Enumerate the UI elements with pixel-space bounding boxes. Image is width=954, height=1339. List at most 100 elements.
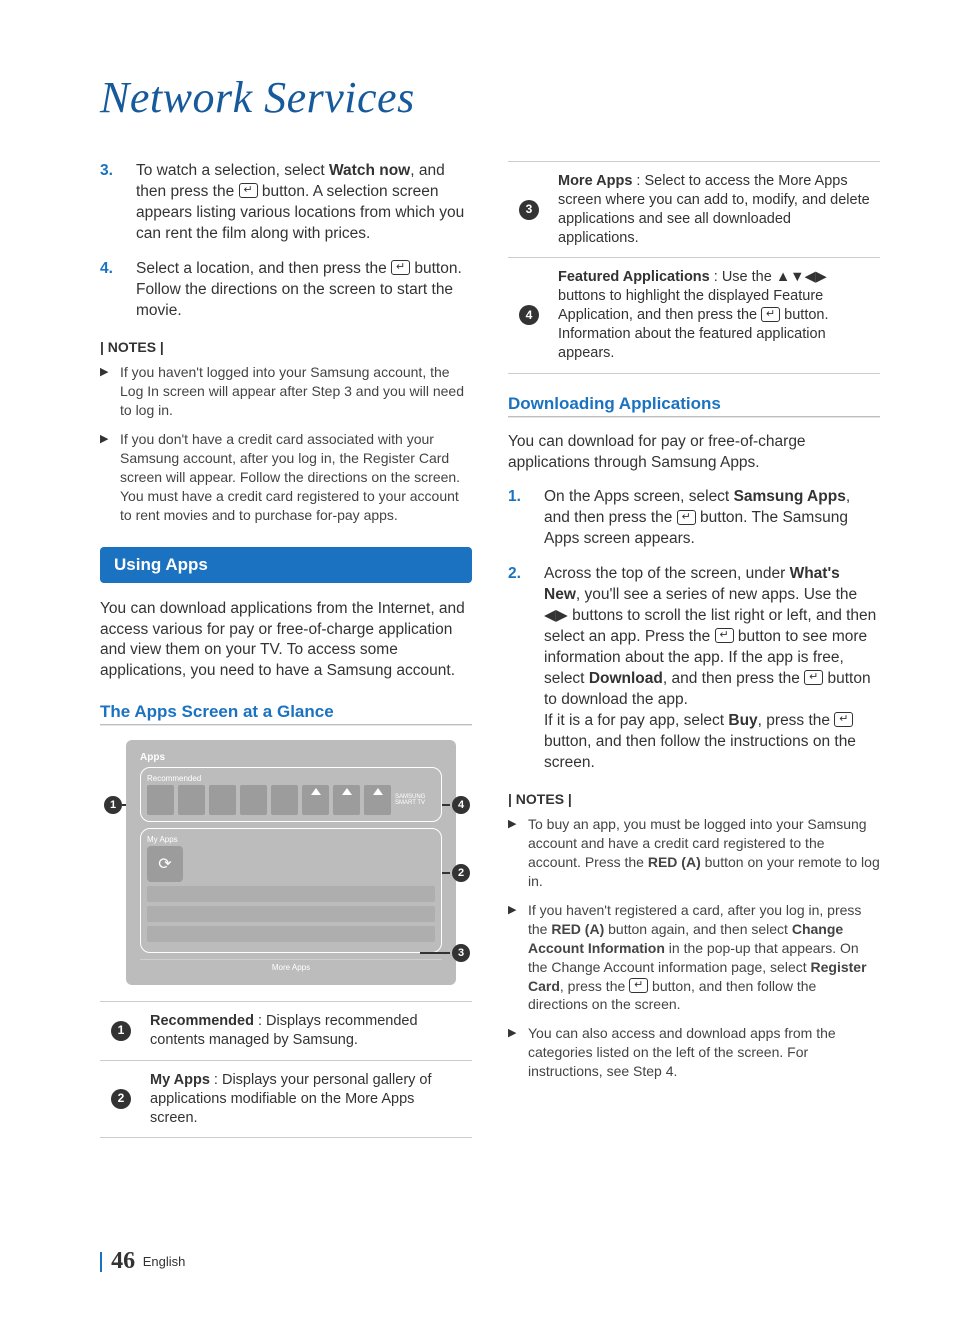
- notes-header: | NOTES |: [508, 791, 880, 807]
- downloading-paragraph: You can download for pay or free-of-char…: [508, 432, 880, 474]
- webbrowser-icon: [147, 846, 183, 882]
- mini-strip: [147, 906, 435, 922]
- mini-tile: [147, 785, 174, 815]
- mini-tile: [302, 785, 329, 815]
- mini-tile: [209, 785, 236, 815]
- bold: Featured Applications: [558, 269, 710, 285]
- note-text: If you don't have a credit card associat…: [120, 430, 472, 524]
- callout-2: 2: [452, 864, 470, 882]
- enter-icon: [761, 307, 780, 322]
- mini-strip: [147, 886, 435, 902]
- note-text: If you haven't registered a card, after …: [528, 901, 880, 1014]
- arrow-icons: ▲▼◀▶: [776, 269, 827, 285]
- mini-recommended-box: Recommended SAMSUNG SMART TV: [140, 767, 442, 822]
- table-row: 2 My Apps : Displays your personal galle…: [100, 1060, 472, 1138]
- step-4: 4. Select a location, and then press the…: [100, 259, 472, 322]
- triangle-icon: ▶: [100, 430, 110, 524]
- triangle-icon: ▶: [508, 1024, 518, 1081]
- bold: More Apps: [558, 173, 632, 189]
- text: , you'll see a series of new apps. Use t…: [576, 586, 857, 603]
- note-text: If you haven't logged into your Samsung …: [120, 363, 472, 420]
- mini-brand: SAMSUNG SMART TV: [395, 785, 435, 815]
- step-text: Across the top of the screen, under What…: [544, 564, 880, 773]
- step-3: 3. To watch a selection, select Watch no…: [100, 161, 472, 245]
- enter-icon: [834, 712, 853, 727]
- note-text: You can also access and download apps fr…: [528, 1024, 880, 1081]
- enter-icon: [677, 510, 696, 525]
- arrow-icons: ◀▶: [544, 607, 568, 624]
- triangle-icon: ▶: [508, 815, 518, 891]
- callout-1: 1: [104, 796, 122, 814]
- note-item: ▶If you haven't registered a card, after…: [508, 901, 880, 1014]
- step-number: 1.: [508, 487, 526, 550]
- step-number: 4.: [100, 259, 118, 322]
- callout-line: [420, 952, 450, 954]
- text: Across the top of the screen, under: [544, 565, 790, 582]
- mini-row: [147, 846, 435, 882]
- step-text: Select a location, and then press the bu…: [136, 259, 472, 322]
- callout-3: 3: [452, 944, 470, 962]
- mini-tile: [364, 785, 391, 815]
- text: Select a location, and then press the: [136, 260, 391, 277]
- enter-icon: [239, 183, 258, 198]
- triangle-icon: ▶: [508, 901, 518, 1014]
- callout-table-left: 1 Recommended : Displays recommended con…: [100, 1001, 472, 1138]
- sub-header-apps-glance: The Apps Screen at a Glance: [100, 702, 472, 722]
- step-number: 2.: [508, 564, 526, 773]
- enter-icon: [629, 978, 648, 993]
- badge-2: 2: [111, 1089, 131, 1109]
- mini-tile: [240, 785, 267, 815]
- apps-mini-screenshot: Apps Recommended SAMSUNG SMART TV: [126, 740, 456, 985]
- mini-myapps-box: My Apps: [140, 828, 442, 953]
- page-title: Network Services: [100, 72, 880, 123]
- bold: Watch now: [329, 162, 410, 179]
- sub-header-downloading: Downloading Applications: [508, 394, 880, 414]
- table-row: 4 Featured Applications : Use the ▲▼◀▶ b…: [508, 258, 880, 373]
- badge-1: 1: [111, 1021, 131, 1041]
- mini-tile: [271, 785, 298, 815]
- table-row: 1 Recommended : Displays recommended con…: [100, 1002, 472, 1061]
- step-text: To watch a selection, select Watch now, …: [136, 161, 472, 245]
- text: You can also access and download apps fr…: [528, 1025, 836, 1079]
- text: button, and then follow the instructions…: [544, 733, 856, 771]
- step-item: 1.On the Apps screen, select Samsung App…: [508, 487, 880, 550]
- mini-strip: [147, 926, 435, 942]
- callout-line: [442, 804, 450, 806]
- mini-label: Recommended: [147, 774, 435, 783]
- note-item: ▶ If you haven't logged into your Samsun…: [100, 363, 472, 420]
- note-item: ▶To buy an app, you must be logged into …: [508, 815, 880, 891]
- step-number: 3.: [100, 161, 118, 245]
- text: If it is a for pay app, select: [544, 712, 728, 729]
- left-column: 3. To watch a selection, select Watch no…: [100, 161, 472, 1138]
- text: button again, and then select: [604, 921, 792, 937]
- note-item: ▶ If you don't have a credit card associ…: [100, 430, 472, 524]
- note-item: ▶You can also access and download apps f…: [508, 1024, 880, 1081]
- bold: Download: [589, 670, 663, 687]
- page-language: English: [143, 1254, 186, 1269]
- mini-label: My Apps: [147, 835, 435, 844]
- mini-tile: [178, 785, 205, 815]
- enter-icon: [391, 260, 410, 275]
- mini-more-apps: More Apps: [140, 959, 442, 975]
- mini-title: Apps: [140, 752, 442, 763]
- two-column-layout: 3. To watch a selection, select Watch no…: [100, 161, 880, 1138]
- text: To watch a selection, select: [136, 162, 329, 179]
- text: : Use the: [710, 269, 776, 285]
- enter-icon: [715, 628, 734, 643]
- cell-text: Featured Applications : Use the ▲▼◀▶ but…: [550, 258, 880, 373]
- bold: Recommended: [150, 1013, 254, 1029]
- step-item: 2.Across the top of the screen, under Wh…: [508, 564, 880, 773]
- bold: My Apps: [150, 1072, 210, 1088]
- footer-bar-icon: [100, 1252, 102, 1272]
- cell-text: More Apps : Select to access the More Ap…: [550, 162, 880, 258]
- section-using-apps: Using Apps: [100, 547, 472, 583]
- page-number: 46: [111, 1248, 135, 1274]
- table-row: 3 More Apps : Select to access the More …: [508, 162, 880, 258]
- callout-line: [442, 872, 450, 874]
- badge-3: 3: [519, 200, 539, 220]
- using-apps-paragraph: You can download applications from the I…: [100, 599, 472, 683]
- text: , and then press the: [663, 670, 804, 687]
- divider: [508, 416, 880, 418]
- mini-tile: [333, 785, 360, 815]
- mini-row: SAMSUNG SMART TV: [147, 785, 435, 815]
